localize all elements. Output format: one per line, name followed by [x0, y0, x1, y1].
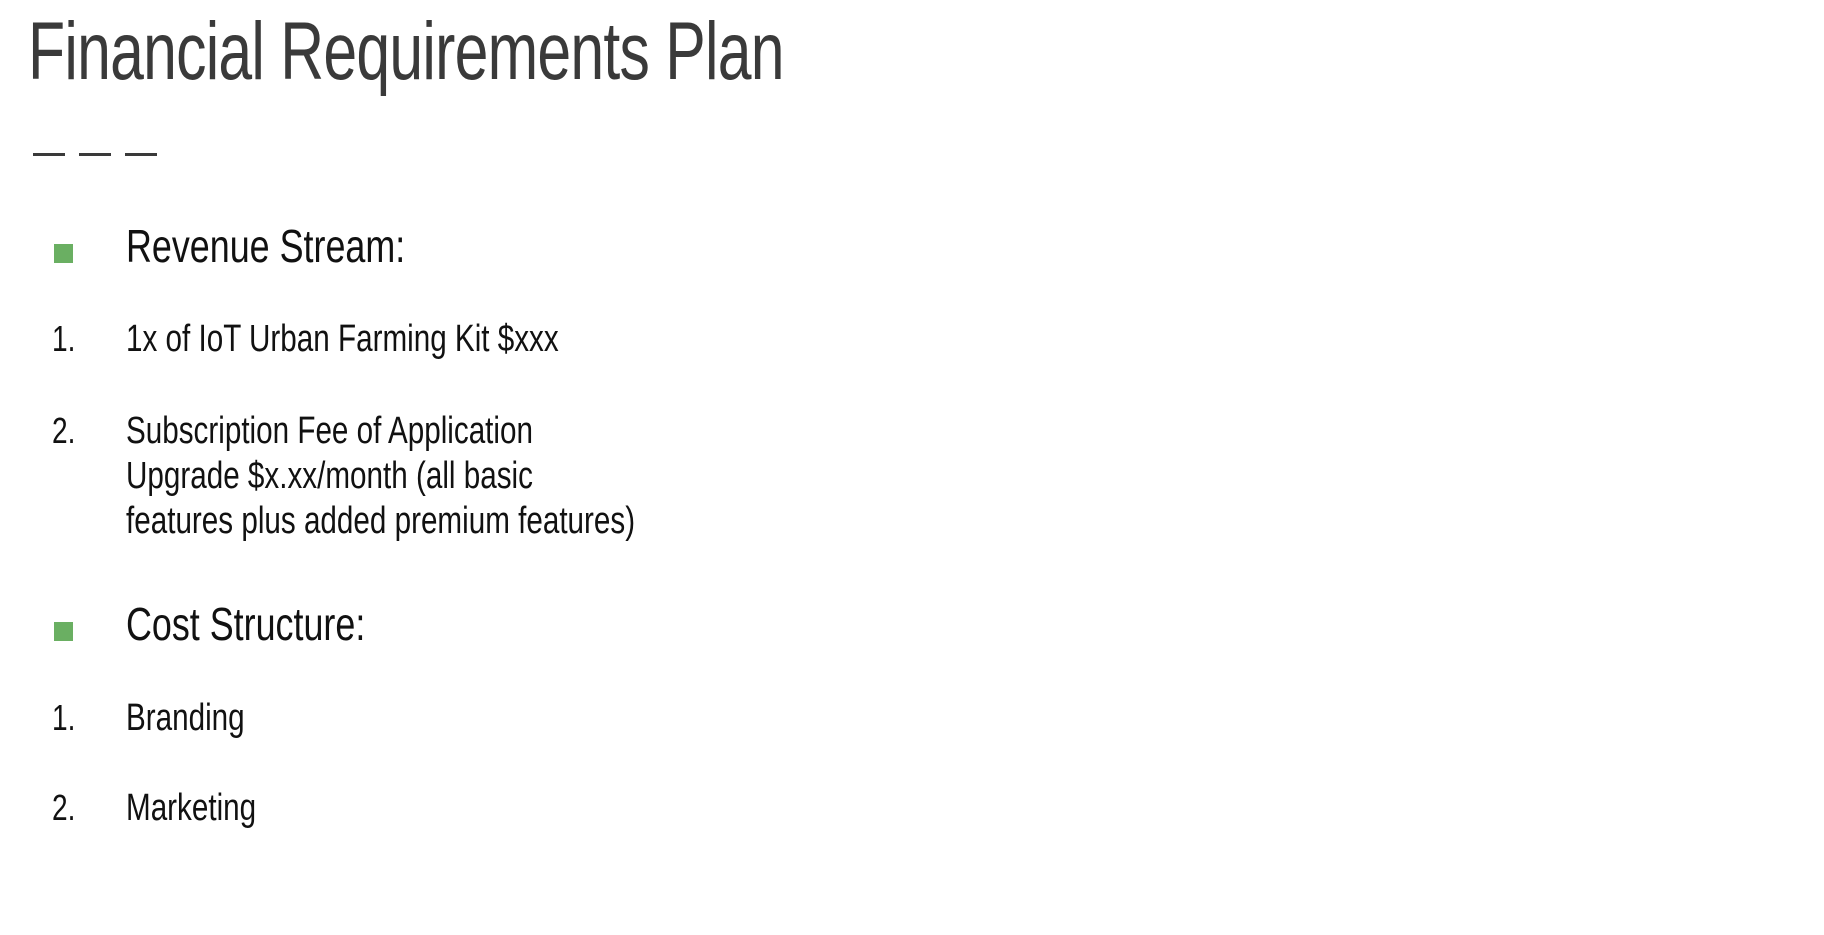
list-item-text: Branding [126, 697, 245, 739]
list-number: 1. [52, 697, 76, 738]
slide-content: Revenue Stream: 1. 1x of IoT Urban Farmi… [0, 0, 1824, 935]
list-item-text-line: features plus added premium features) [126, 500, 636, 542]
section-heading-text: Revenue Stream: [126, 220, 406, 272]
list-item-text: Marketing [126, 787, 257, 829]
list-item-text-line: Subscription Fee of Application [126, 410, 533, 452]
list-item-text: 1x of IoT Urban Farming Kit $xxx [126, 318, 559, 360]
square-bullet-icon [54, 622, 73, 641]
list-item-text-line: Upgrade $x.xx/month (all basic [126, 455, 533, 497]
square-bullet-icon [54, 244, 73, 263]
list-number: 2. [52, 787, 76, 828]
section-heading-text: Cost Structure: [126, 598, 366, 650]
list-number: 1. [52, 318, 76, 359]
list-number: 2. [52, 410, 76, 451]
slide: Financial Requirements Plan Revenue Stre… [0, 0, 1824, 935]
